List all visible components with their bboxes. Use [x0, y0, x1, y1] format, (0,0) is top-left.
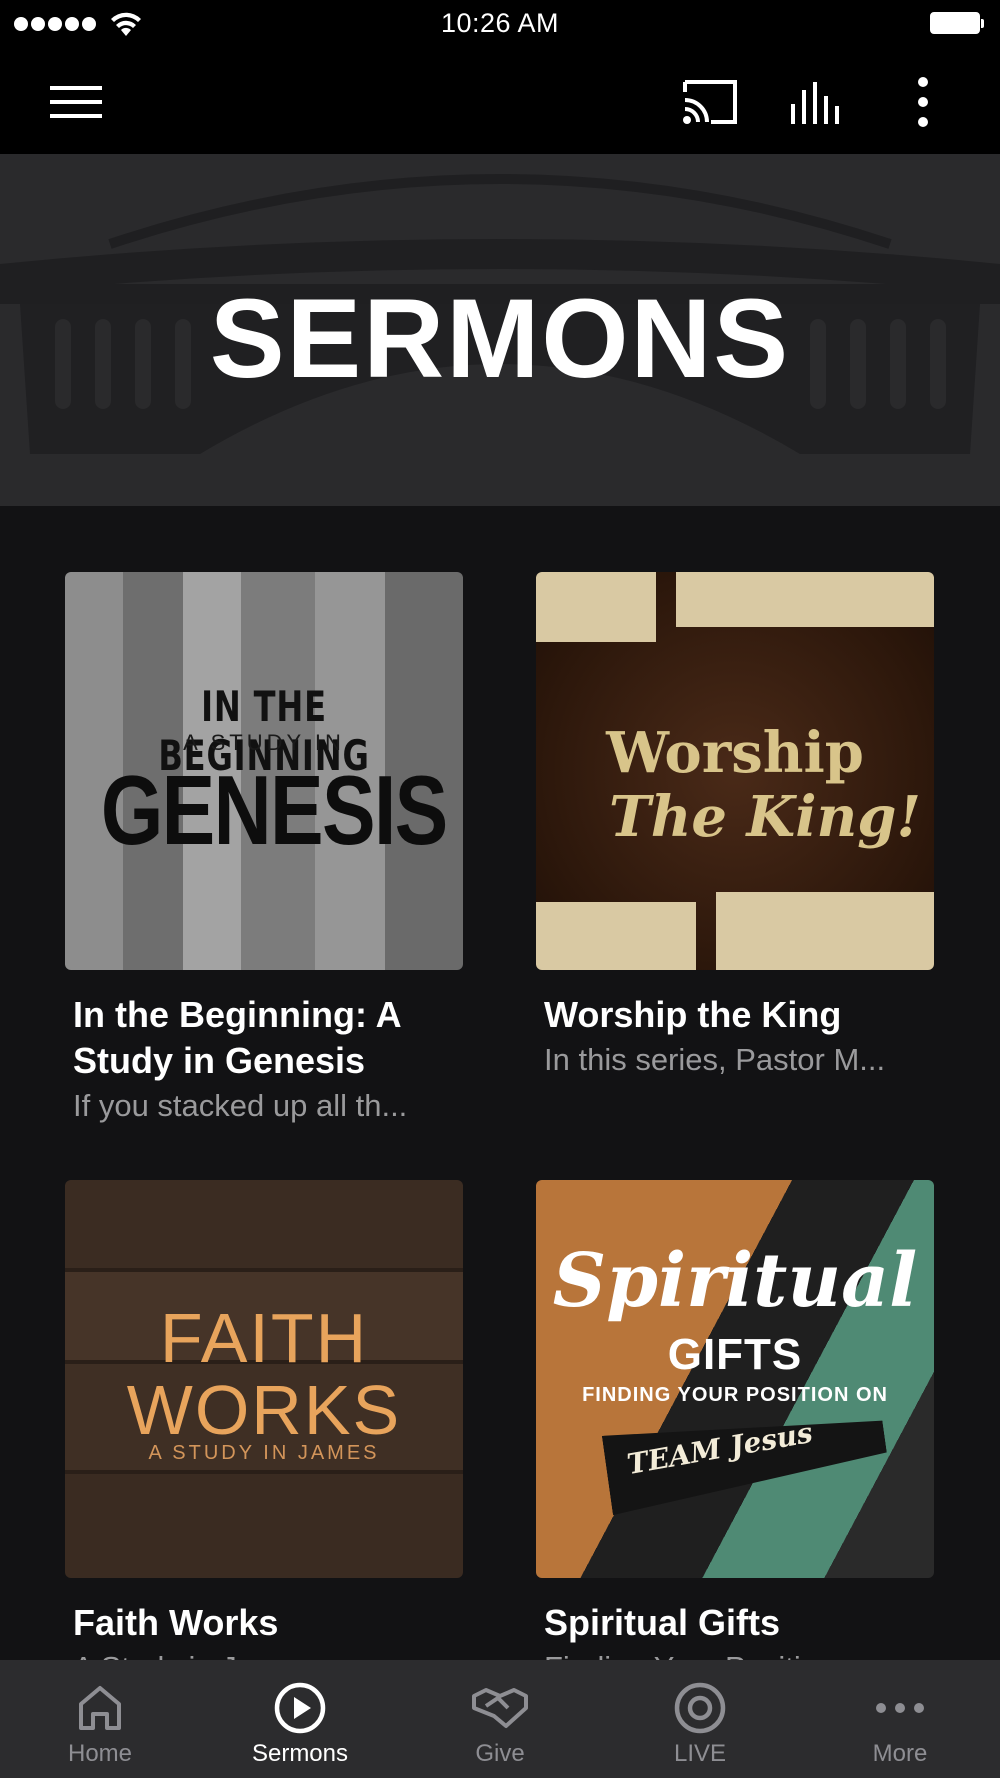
hero-banner: SERMONS: [0, 154, 1000, 506]
top-app-bar: [0, 50, 1000, 154]
series-artwork: IN THE BEGINNING A STUDY IN GENESIS: [65, 572, 463, 970]
tab-label: Give: [475, 1740, 525, 1767]
tab-give[interactable]: Give: [400, 1660, 600, 1778]
series-card-genesis[interactable]: IN THE BEGINNING A STUDY IN GENESIS In t…: [65, 572, 463, 1126]
artwork-text: Spiritual: [552, 1238, 918, 1324]
series-artwork: Spiritual GIFTS FINDING YOUR POSITION ON…: [536, 1180, 934, 1578]
home-icon: [72, 1680, 128, 1736]
tab-home[interactable]: Home: [0, 1660, 200, 1778]
more-dots-icon: [872, 1680, 928, 1736]
artwork-text: A STUDY IN JAMES: [148, 1442, 380, 1464]
artwork-text: The King!: [609, 784, 921, 850]
series-title: Faith Works: [73, 1602, 279, 1643]
audio-bars-icon[interactable]: [787, 72, 847, 132]
tab-label: More: [872, 1740, 928, 1767]
tab-label: LIVE: [673, 1740, 727, 1767]
status-bar: 10:26 AM: [0, 0, 1000, 50]
series-title: Spiritual Gifts: [544, 1602, 781, 1643]
artwork-text: Worship: [606, 720, 864, 786]
hamburger-menu-icon[interactable]: [46, 72, 106, 132]
handshake-icon: [472, 1680, 528, 1736]
tab-label: Home: [67, 1740, 133, 1767]
artwork-text: WORKS: [126, 1371, 402, 1449]
tab-label: Sermons: [251, 1740, 349, 1767]
series-card-worship[interactable]: Worship The King! Worship the King In th…: [536, 572, 934, 1080]
artwork-text: FINDING YOUR POSITION ON: [582, 1384, 888, 1406]
artwork-text: GENESIS: [100, 755, 448, 865]
artwork-text: GIFTS: [667, 1330, 803, 1379]
tab-live[interactable]: LIVE: [600, 1660, 800, 1778]
tab-sermons[interactable]: Sermons: [200, 1660, 400, 1778]
series-artwork: FAITH WORKS A STUDY IN JAMES: [65, 1180, 463, 1578]
bottom-tab-bar: Home Sermons Give LIVE More: [0, 1660, 1000, 1778]
tab-more[interactable]: More: [800, 1660, 1000, 1778]
cast-icon[interactable]: [680, 72, 740, 132]
vertical-dots-icon[interactable]: [893, 72, 953, 132]
series-description: In this series, Pastor M...: [544, 1042, 886, 1077]
battery-icon: [930, 12, 984, 36]
live-circle-icon: [672, 1680, 728, 1736]
series-description: If you stacked up all th...: [73, 1088, 408, 1123]
status-time: 10:26 AM: [440, 8, 560, 38]
play-circle-icon: [272, 1680, 328, 1736]
series-artwork: Worship The King!: [536, 572, 934, 970]
artwork-text: A STUDY IN: [183, 730, 345, 755]
series-card-faith-works[interactable]: FAITH WORKS A STUDY IN JAMES Faith Works…: [65, 1180, 463, 1688]
series-title: Worship the King: [544, 994, 842, 1035]
page-title: SERMONS: [209, 276, 791, 401]
series-title: In the Beginning: A Study in Genesis: [73, 994, 401, 1081]
artwork-text: FAITH: [159, 1299, 369, 1377]
series-card-spiritual-gifts[interactable]: Spiritual GIFTS FINDING YOUR POSITION ON…: [536, 1180, 934, 1688]
